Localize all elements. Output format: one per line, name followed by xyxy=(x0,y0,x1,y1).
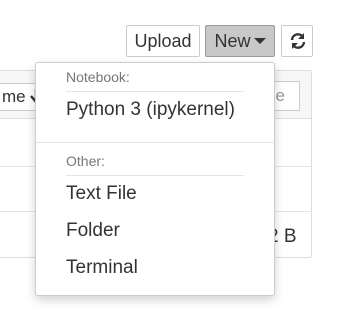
menu-divider xyxy=(36,142,274,143)
section-rule xyxy=(66,91,244,92)
other-section-header: Other: xyxy=(66,153,105,169)
menu-item-python3-ipykernel[interactable]: Python 3 (ipykernel) xyxy=(36,93,274,127)
refresh-button[interactable] xyxy=(281,25,313,57)
menu-item-terminal[interactable]: Terminal xyxy=(36,251,274,285)
caret-down-icon xyxy=(253,38,266,45)
menu-item-folder[interactable]: Folder xyxy=(36,214,274,248)
refresh-icon xyxy=(290,33,306,49)
new-dropdown-menu: Notebook: Python 3 (ipykernel) Other: Te… xyxy=(35,62,275,296)
upload-button[interactable]: Upload xyxy=(126,25,200,57)
new-dropdown-button[interactable]: New xyxy=(205,25,275,57)
menu-item-text-file[interactable]: Text File xyxy=(36,177,274,211)
section-rule xyxy=(66,175,244,176)
name-column-label: me xyxy=(2,87,26,106)
notebook-section-header: Notebook: xyxy=(66,69,130,85)
new-button-label: New xyxy=(214,31,251,51)
